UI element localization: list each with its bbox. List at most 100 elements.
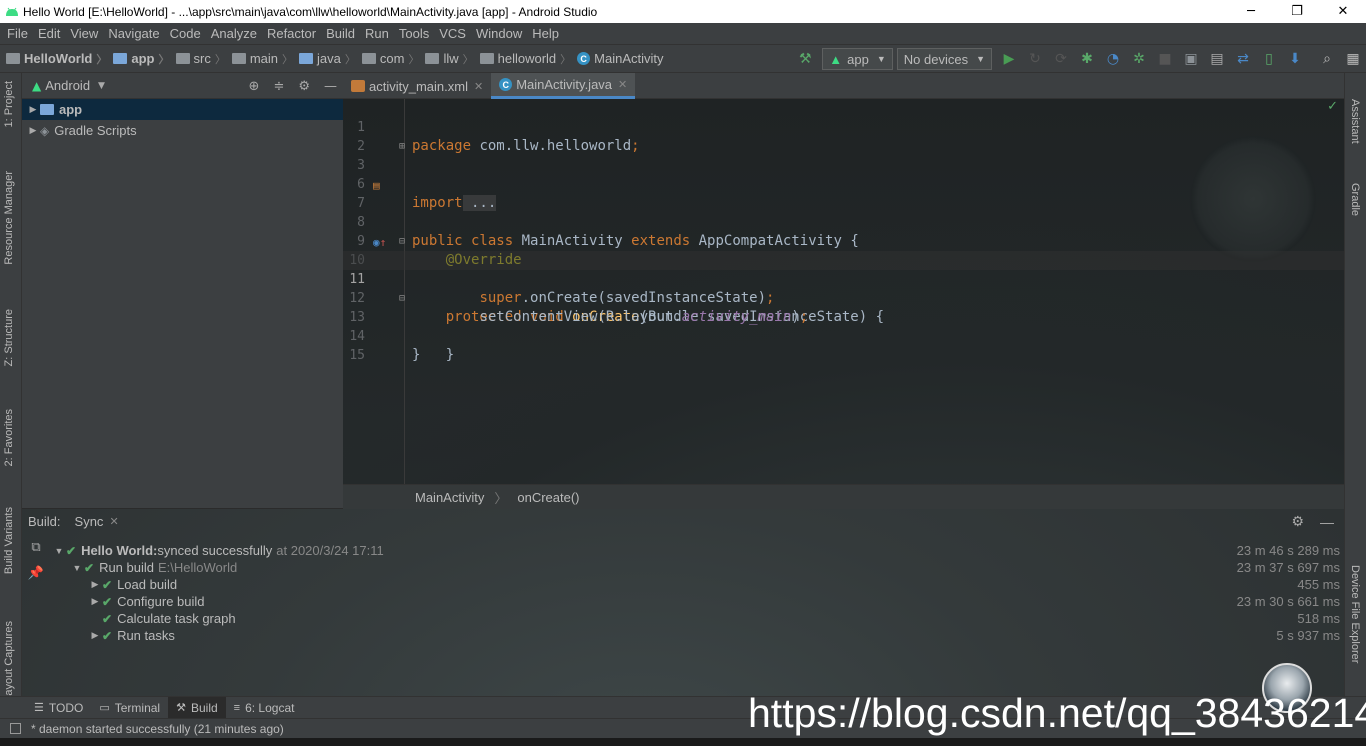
build-row[interactable]: ▶ ✔ Load build 455 ms bbox=[52, 576, 1342, 593]
device-select[interactable]: No devices ▼ bbox=[896, 48, 992, 70]
tool-tab-logcat[interactable]: ≡ 6: Logcat bbox=[226, 697, 303, 719]
toggle-tool-windows-icon[interactable] bbox=[10, 723, 21, 734]
close-button[interactable]: ✕ bbox=[1320, 0, 1366, 23]
fold-minus-icon[interactable]: ⊟ bbox=[399, 232, 405, 251]
locate-icon[interactable]: ⊕ bbox=[249, 79, 260, 94]
menu-file[interactable]: File bbox=[2, 26, 33, 41]
tool-tab-gradle[interactable]: Gradle bbox=[1349, 183, 1361, 216]
layout-file-icon[interactable]: ▤ bbox=[373, 176, 380, 195]
menu-code[interactable]: Code bbox=[165, 26, 206, 41]
chevron-right-icon: 〉 bbox=[96, 53, 108, 66]
sdk-manager-icon[interactable]: ⬇ bbox=[1282, 45, 1308, 73]
tool-tab-resource-manager[interactable]: Resource Manager bbox=[3, 171, 15, 265]
tool-tab-build-variants[interactable]: Build Variants bbox=[3, 507, 15, 574]
menu-navigate[interactable]: Navigate bbox=[103, 26, 164, 41]
tab-activity-main-xml[interactable]: activity_main.xml ✕ bbox=[343, 73, 491, 99]
tab-sync[interactable]: Sync bbox=[75, 514, 104, 529]
rerun-icon[interactable]: ↻ bbox=[1022, 45, 1048, 73]
menu-tools[interactable]: Tools bbox=[394, 26, 434, 41]
build-row[interactable]: ▶ ✔ Run tasks 5 s 937 ms bbox=[52, 627, 1342, 644]
collapse-arrow-icon[interactable]: ▼ bbox=[52, 546, 66, 556]
close-icon[interactable]: ✕ bbox=[474, 80, 483, 93]
avd-manager-icon[interactable]: ▯ bbox=[1256, 45, 1282, 73]
pin-icon[interactable]: 📌 bbox=[22, 560, 50, 586]
hide-icon[interactable]: — bbox=[324, 79, 337, 94]
apply-changes-icon[interactable]: ⟳ bbox=[1048, 45, 1074, 73]
success-check-icon: ✔ bbox=[66, 543, 77, 558]
collapse-all-icon[interactable]: ≑ bbox=[273, 79, 284, 94]
attach-debugger-icon[interactable]: ✲ bbox=[1126, 45, 1152, 73]
menu-edit[interactable]: Edit bbox=[33, 26, 65, 41]
stop-icon[interactable]: ■ bbox=[1152, 45, 1178, 73]
code-editor[interactable]: 1 package com.llw.helloworld; 2 3 ⊞ impo… bbox=[343, 99, 1344, 484]
menu-view[interactable]: View bbox=[65, 26, 103, 41]
expand-arrow-icon[interactable]: ▶ bbox=[88, 596, 102, 607]
breadcrumb-src[interactable]: src 〉 bbox=[170, 51, 226, 67]
build-row[interactable]: ▶ ✔ Configure build 23 m 30 s 661 ms bbox=[52, 593, 1342, 610]
menu-run[interactable]: Run bbox=[360, 26, 394, 41]
build-row[interactable]: ✔ Calculate task graph 518 ms bbox=[52, 610, 1342, 627]
toggle-view-icon[interactable]: ⧉ bbox=[22, 534, 50, 560]
breadcrumb-app[interactable]: app 〉 bbox=[107, 51, 170, 67]
ide-icon[interactable]: ▦ bbox=[1340, 45, 1366, 73]
breadcrumb-main[interactable]: main 〉 bbox=[226, 51, 293, 67]
project-structure-icon[interactable]: ▣ bbox=[1178, 45, 1204, 73]
expand-arrow-icon[interactable]: ▶ bbox=[26, 125, 40, 136]
breadcrumb-llw[interactable]: llw 〉 bbox=[419, 51, 474, 67]
tool-tab-build[interactable]: ⚒ Build bbox=[168, 696, 226, 719]
module-folder-icon bbox=[113, 53, 128, 64]
expand-arrow-icon[interactable]: ▶ bbox=[26, 104, 40, 115]
gear-icon[interactable]: ⚙ bbox=[298, 79, 310, 94]
gear-icon[interactable]: ⚙ bbox=[1291, 513, 1304, 530]
menu-vcs[interactable]: VCS bbox=[434, 26, 471, 41]
layout-inspector-icon[interactable]: ▤ bbox=[1204, 45, 1230, 73]
maximize-button[interactable]: ❐ bbox=[1274, 0, 1320, 23]
menu-bar: File Edit View Navigate Code Analyze Ref… bbox=[0, 23, 1366, 45]
profile-icon[interactable]: ◔ bbox=[1100, 45, 1126, 73]
tool-tab-structure[interactable]: Z: Structure bbox=[3, 309, 15, 366]
tool-tab-favorites[interactable]: 2: Favorites bbox=[3, 409, 15, 466]
search-icon[interactable]: ⌕ bbox=[1314, 45, 1340, 73]
override-marker-icon[interactable]: ◉↑ bbox=[373, 233, 386, 252]
menu-analyze[interactable]: Analyze bbox=[206, 26, 262, 41]
tool-tab-device-file-explorer[interactable]: Device File Explorer bbox=[1349, 565, 1361, 663]
tree-item-app[interactable]: ▶ app bbox=[22, 99, 343, 120]
close-icon[interactable]: ✕ bbox=[618, 78, 627, 91]
run-icon[interactable]: ▶ bbox=[996, 45, 1022, 73]
tab-mainactivity-java[interactable]: C MainActivity.java ✕ bbox=[491, 73, 636, 99]
breadcrumb-helloworld-package[interactable]: helloworld 〉 bbox=[474, 51, 571, 67]
breadcrumb-mainactivity[interactable]: C MainActivity bbox=[571, 51, 664, 66]
menu-window[interactable]: Window bbox=[471, 26, 527, 41]
hammer-icon[interactable]: ⚒ bbox=[792, 45, 818, 73]
build-row[interactable]: ▼ ✔ Hello World: synced successfully at … bbox=[52, 542, 1342, 559]
breadcrumb-helloworld[interactable]: HelloWorld 〉 bbox=[0, 51, 107, 67]
chevron-down-icon[interactable]: ▼ bbox=[98, 81, 105, 91]
menu-refactor[interactable]: Refactor bbox=[262, 26, 321, 41]
debug-icon[interactable]: ✱ bbox=[1074, 45, 1100, 73]
build-row[interactable]: ▼ ✔ Run build E:\HelloWorld 23 m 37 s 69… bbox=[52, 559, 1342, 576]
fold-minus-icon[interactable]: ⊟ bbox=[399, 289, 405, 308]
tool-tab-terminal[interactable]: ▭ Terminal bbox=[91, 697, 168, 719]
project-view-select[interactable]: Android bbox=[45, 78, 90, 93]
tool-tab-todo[interactable]: ☰ TODO bbox=[26, 697, 91, 719]
breadcrumb-java[interactable]: java 〉 bbox=[293, 51, 356, 67]
menu-build[interactable]: Build bbox=[321, 26, 360, 41]
tool-tab-assistant[interactable]: Assistant bbox=[1349, 99, 1361, 144]
breadcrumb-method[interactable]: onCreate() bbox=[517, 490, 579, 505]
breadcrumb-com[interactable]: com 〉 bbox=[356, 51, 419, 67]
expand-arrow-icon[interactable]: ▶ bbox=[88, 630, 102, 641]
collapse-arrow-icon[interactable]: ▼ bbox=[70, 563, 84, 573]
tool-tab-project[interactable]: 1: Project bbox=[3, 81, 15, 127]
menu-help[interactable]: Help bbox=[527, 26, 564, 41]
hide-icon[interactable]: — bbox=[1320, 514, 1334, 530]
sync-gradle-icon[interactable]: ⇄ bbox=[1230, 45, 1256, 73]
expand-arrow-icon[interactable]: ▶ bbox=[88, 579, 102, 590]
inspection-ok-icon[interactable]: ✓ bbox=[1327, 99, 1338, 114]
run-config-select[interactable]: ▲ app ▼ bbox=[822, 48, 893, 70]
tree-item-gradle-scripts[interactable]: ▶ ◈ Gradle Scripts bbox=[22, 120, 343, 141]
tool-tab-layout-captures[interactable]: Layout Captures bbox=[3, 621, 15, 702]
minimize-button[interactable]: ─ bbox=[1228, 0, 1274, 23]
fold-plus-icon[interactable]: ⊞ bbox=[399, 137, 405, 156]
close-icon[interactable]: ✕ bbox=[109, 515, 118, 528]
breadcrumb-class[interactable]: MainActivity bbox=[415, 490, 484, 505]
